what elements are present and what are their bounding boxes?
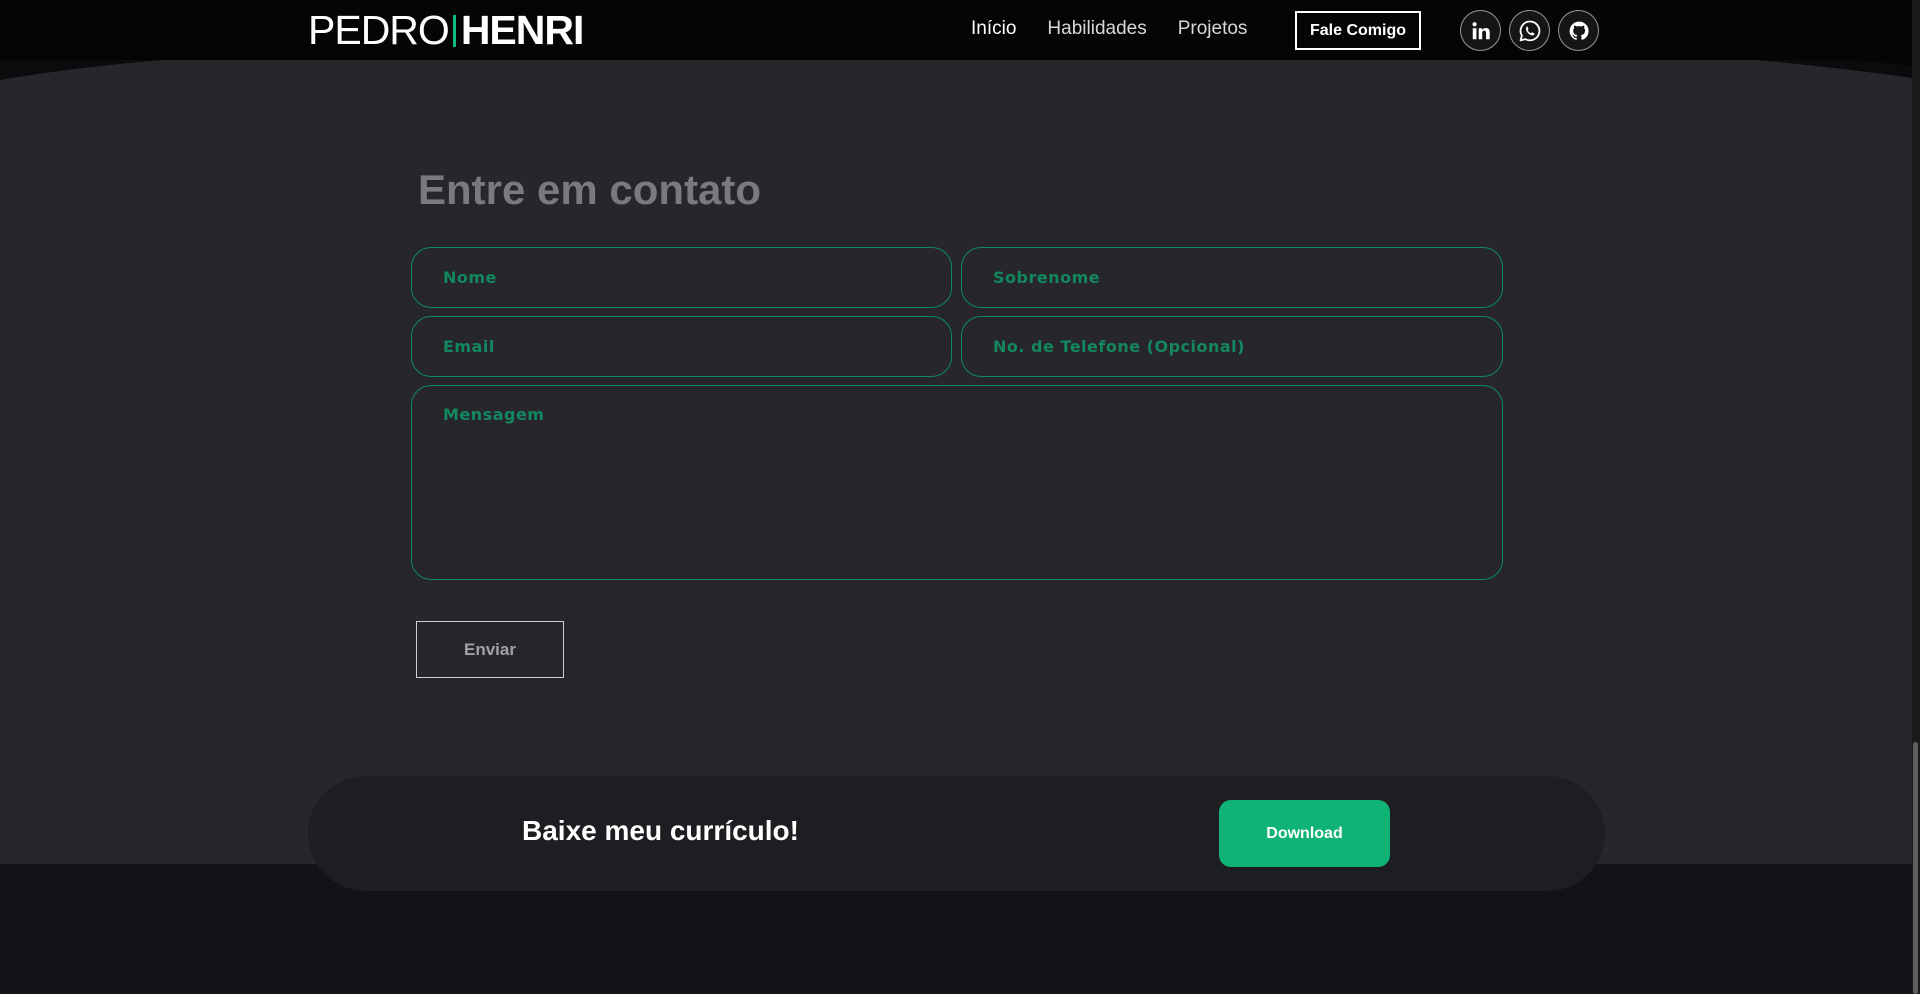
github-button[interactable] xyxy=(1558,10,1599,51)
whatsapp-button[interactable] xyxy=(1509,10,1550,51)
logo-divider xyxy=(452,15,456,47)
last-name-input[interactable] xyxy=(961,247,1503,308)
main-nav: Início Habilidades Projetos xyxy=(971,17,1278,41)
nav-link-habilidades[interactable]: Habilidades xyxy=(1047,17,1146,41)
navbar: PEDRO HENRI Início Habilidades Projetos F… xyxy=(0,0,1912,60)
nav-link-projetos[interactable]: Projetos xyxy=(1178,17,1248,41)
email-input[interactable] xyxy=(411,316,952,377)
linkedin-button[interactable] xyxy=(1460,10,1501,51)
logo-last-name: HENRI xyxy=(460,7,585,53)
github-icon xyxy=(1569,21,1589,40)
nav-link-inicio[interactable]: Início xyxy=(971,17,1016,41)
download-button[interactable]: Download xyxy=(1219,800,1390,867)
page: Entre em contato Enviar PEDROHENRI Iníci… xyxy=(0,0,1920,994)
contact-title: Entre em contato xyxy=(418,166,762,213)
logo-first-name: PEDRO xyxy=(308,7,450,53)
scrollbar[interactable] xyxy=(1912,0,1920,994)
phone-input[interactable] xyxy=(961,316,1503,377)
first-name-input[interactable] xyxy=(411,247,952,308)
scrollbar-thumb[interactable] xyxy=(1913,742,1918,994)
resume-title: Baixe meu currículo! xyxy=(522,815,799,846)
site-logo[interactable]: PEDRO HENRI xyxy=(308,7,585,53)
resume-banner: Baixe meu currículo! Download xyxy=(308,776,1605,891)
contact-me-button[interactable]: Fale Comigo xyxy=(1295,11,1421,50)
contact-section: Entre em contato Enviar xyxy=(0,0,1912,864)
whatsapp-icon xyxy=(1519,20,1540,41)
message-textarea[interactable] xyxy=(411,385,1503,580)
submit-button[interactable]: Enviar xyxy=(416,621,564,678)
social-links xyxy=(1460,10,1599,51)
linkedin-icon xyxy=(1471,21,1490,39)
